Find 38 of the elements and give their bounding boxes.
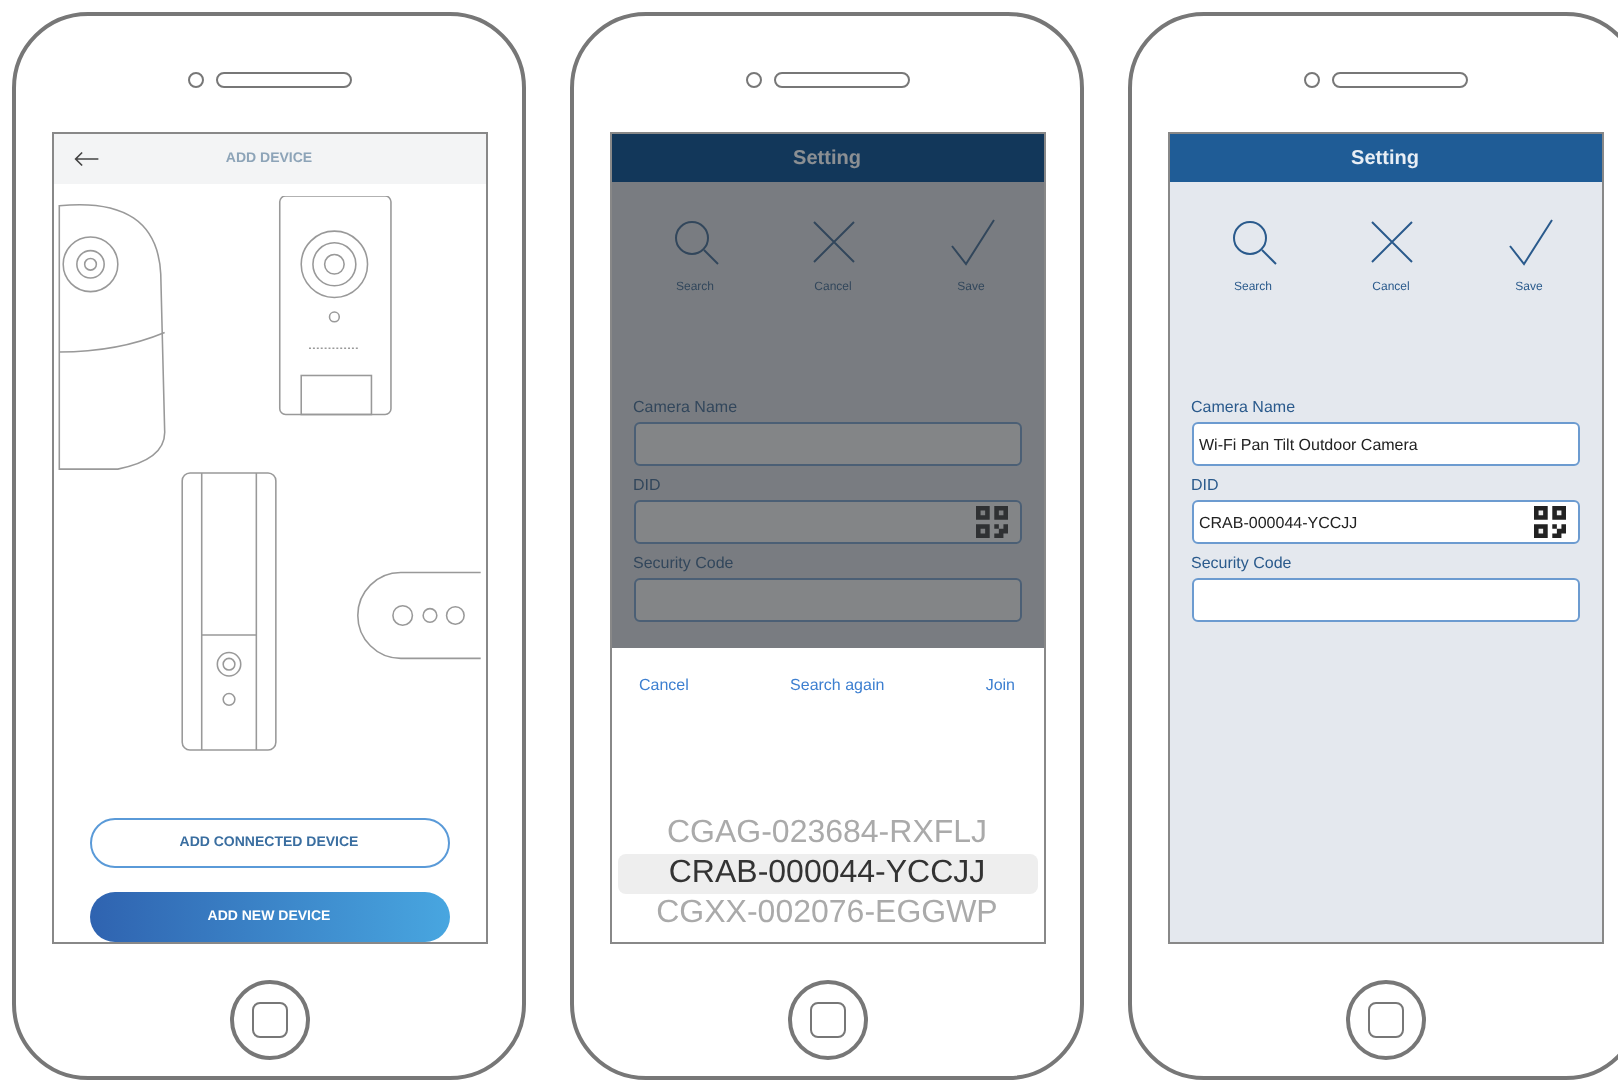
sheet-action-link[interactable]: Search again xyxy=(790,676,885,694)
input-field[interactable] xyxy=(633,500,1021,544)
field-label: DID xyxy=(1191,476,1221,494)
sheet-action-link[interactable]: Cancel xyxy=(639,676,689,694)
picker-option[interactable]: CGXX-002076-EGGWP xyxy=(617,894,1037,934)
back-arrow-icon[interactable] xyxy=(73,150,99,169)
field-label: Security Code xyxy=(1191,554,1294,572)
search-icon xyxy=(1229,218,1277,266)
input-field[interactable] xyxy=(633,422,1021,466)
search-icon xyxy=(671,218,719,266)
close-icon xyxy=(809,218,857,266)
picker-option[interactable]: CGAG-023684-RXFLJ xyxy=(617,814,1037,854)
speaker-slot-icon xyxy=(215,72,351,88)
camera-dot-icon xyxy=(187,72,203,88)
screen-title: Setting xyxy=(793,147,861,169)
input-field[interactable] xyxy=(1191,578,1579,622)
field-label: Camera Name xyxy=(633,398,740,416)
home-button[interactable] xyxy=(787,980,867,1060)
close-icon xyxy=(1367,218,1415,266)
camera-dot-icon xyxy=(745,72,761,88)
bar-camera-drawing xyxy=(356,572,481,660)
home-button[interactable] xyxy=(229,980,309,1060)
input-field[interactable] xyxy=(633,578,1021,622)
field-label: DID xyxy=(633,476,663,494)
camera-dot-icon xyxy=(1303,72,1319,88)
speaker-slot-icon xyxy=(773,72,909,88)
home-button[interactable] xyxy=(1345,980,1425,1060)
input-field[interactable]: CRAB-000044-YCCJJ xyxy=(1191,500,1579,544)
speaker-slot-icon xyxy=(1331,72,1467,88)
input-field[interactable]: Wi-Fi Pan Tilt Outdoor Camera xyxy=(1191,422,1579,466)
qr-code-icon[interactable] xyxy=(1533,506,1565,538)
screen-title: Setting xyxy=(1351,147,1419,169)
field-label: Security Code xyxy=(633,554,736,572)
checkmark-icon xyxy=(1505,218,1553,266)
checkmark-icon xyxy=(947,218,995,266)
sheet-action-link[interactable]: Join xyxy=(985,676,1015,694)
picker-option[interactable]: CRAB-000044-YCCJJ xyxy=(617,854,1037,894)
field-label: Camera Name xyxy=(1191,398,1298,416)
